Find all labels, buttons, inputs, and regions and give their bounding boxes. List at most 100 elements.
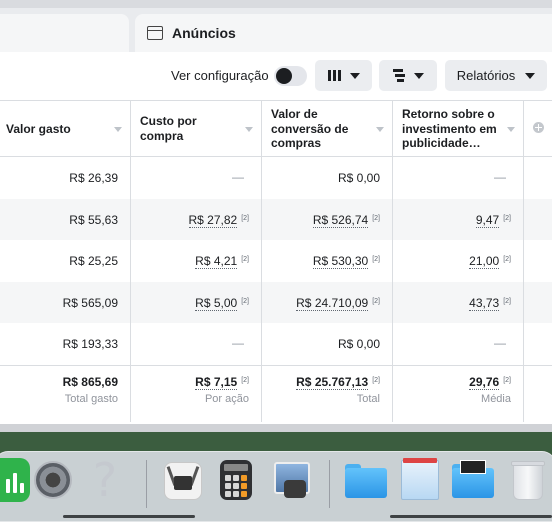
table-row[interactable]: R$ 55,63 R$ 27,82 [2] R$ 526,74 [2] 9,47 [2… [0,198,552,240]
sort-caret-icon[interactable] [245,127,253,132]
cost-per-purchase-value: — [232,336,244,350]
footnote-marker: [2] [372,377,380,384]
footnote-marker: [2] [503,214,511,222]
dock-separator [329,460,330,508]
breakdown-button[interactable] [379,60,437,91]
system-preferences-icon[interactable] [31,458,75,502]
numbers-icon[interactable] [0,458,30,502]
folder-icon[interactable] [343,458,387,502]
table-toolbar: Ver configuração Relatórios [0,60,552,92]
cost-per-purchase-value[interactable]: R$ 4,21 [2] [195,254,249,269]
columns-icon [327,70,341,81]
chevron-down-icon [525,72,536,79]
screen: Anúncios Ver configuração Relatórios Val… [0,0,552,522]
footnote-marker: [2] [503,297,511,305]
conversion-value: R$ 0,00 [337,171,380,185]
header-line: publicidade… [402,136,481,150]
toggle-knob [276,68,292,84]
total-conversion-value[interactable]: R$ 25.767,13 [2] [296,375,380,390]
view-config-toggle[interactable] [274,66,307,86]
table-row[interactable]: R$ 25,25 R$ 4,21 [2] R$ 530,30 [2] 21,00 [2… [0,240,552,282]
conversion-value[interactable]: R$ 526,74 [2] [312,212,380,228]
reports-label: Relatórios [456,68,516,83]
column-header-roas[interactable]: Retorno sobre o investimento em publicid… [393,101,524,157]
table-header-row: Valor gasto Custo por compra Valor de co… [0,100,552,157]
dock-separator [146,460,147,508]
chevron-down-icon [413,72,424,79]
footnote-marker: [2] [241,297,249,305]
window-scroll-edge [0,424,552,432]
cost-per-purchase-value[interactable]: R$ 5,00 [2] [195,295,249,311]
view-config-label: Ver configuração [171,68,269,83]
total-cost-per-purchase[interactable]: R$ 7,15 [2] [195,375,249,390]
cost-per-purchase-value: — [232,170,244,184]
footnote-marker: [2] [241,377,249,384]
tab-ads-label: Anúncios [172,25,236,41]
roas-value: — [494,336,506,350]
downloads-folder-icon[interactable] [450,458,494,502]
amount-spent-value: R$ 193,33 [62,337,118,351]
roas-value[interactable]: 9,47 [2] [475,212,511,228]
accessibility-inspector-icon[interactable] [160,458,204,502]
header-line: Retorno sobre o [402,107,495,121]
total-roas[interactable]: 29,76 [2] [469,375,511,390]
footnote-marker: [2] [503,256,511,263]
column-header-amount-spent[interactable]: Valor gasto [0,101,131,157]
conversion-value[interactable]: R$ 24.710,09 [2] [296,295,380,311]
footnote-marker: [2] [372,256,380,263]
cost-per-purchase-value[interactable]: R$ 27,82 [2] [188,212,249,228]
amount-spent-value: R$ 55,63 [69,212,118,227]
sort-caret-icon[interactable] [507,127,515,132]
roas-value[interactable]: 21,00 [2] [469,254,511,269]
amount-spent-value: R$ 565,09 [62,295,118,310]
breakdown-icon [392,69,405,82]
header-line: Valor gasto [6,122,71,136]
table-row[interactable]: R$ 193,33 — R$ 0,00 — [0,323,552,365]
total-amount-spent-caption: Total gasto [64,393,118,405]
reports-button[interactable]: Relatórios [445,60,547,91]
footnote-marker: [2] [241,256,249,263]
columns-button[interactable] [315,60,372,91]
table-totals-row: R$ 865,69 Total gasto R$ 7,15 [2] Por açã… [0,365,552,422]
chevron-down-icon [349,72,360,79]
add-column-cell[interactable] [524,101,552,157]
add-column-icon[interactable] [533,122,544,133]
header-line: compras [271,136,322,150]
total-amount-spent: R$ 865,69 [62,375,118,389]
table-row[interactable]: R$ 565,09 R$ 5,00 [2] R$ 24.710,09 [2] 43,… [0,281,552,323]
roas-value: — [494,170,506,184]
tab-previous[interactable] [0,14,129,52]
column-header-purchase-conversion-value[interactable]: Valor de conversão de compras [262,101,393,157]
sort-caret-icon[interactable] [114,127,122,132]
calculator-icon[interactable] [214,458,258,502]
table-row[interactable]: R$ 26,39 — R$ 0,00 — [0,157,552,199]
tab-ads[interactable]: Anúncios [135,14,552,52]
footnote-marker: [2] [372,297,380,305]
roas-value[interactable]: 43,73 [2] [469,295,511,311]
dock-indicator [63,515,195,518]
conversion-value: R$ 0,00 [337,337,380,351]
trash-icon[interactable] [505,458,549,502]
amount-spent-value: R$ 25,25 [69,254,118,268]
header-line: investimento em [402,121,497,136]
dock-indicator [390,515,552,518]
footnote-marker: [2] [241,214,249,222]
column-header-cost-per-purchase[interactable]: Custo por compra [131,101,262,157]
footnote-marker: [2] [503,377,511,384]
ads-panel-icon [147,26,163,40]
total-roas-caption: Média [481,393,511,405]
header-line: conversão de [271,121,349,136]
window-top-edge [0,0,552,8]
conversion-value[interactable]: R$ 530,30 [2] [312,254,380,269]
unknown-app-icon[interactable]: ? [83,457,127,503]
documents-stack-icon[interactable] [398,458,442,502]
footnote-marker: [2] [372,214,380,222]
sort-caret-icon[interactable] [376,127,384,132]
header-line: Custo por [140,114,197,128]
preview-icon[interactable] [270,458,314,502]
amount-spent-value: R$ 26,39 [69,171,118,185]
total-conversion-value-caption: Total [356,393,380,405]
header-line: compra [140,128,184,143]
total-cost-per-purchase-caption: Por ação [204,393,249,405]
header-line: Valor de [271,107,318,121]
